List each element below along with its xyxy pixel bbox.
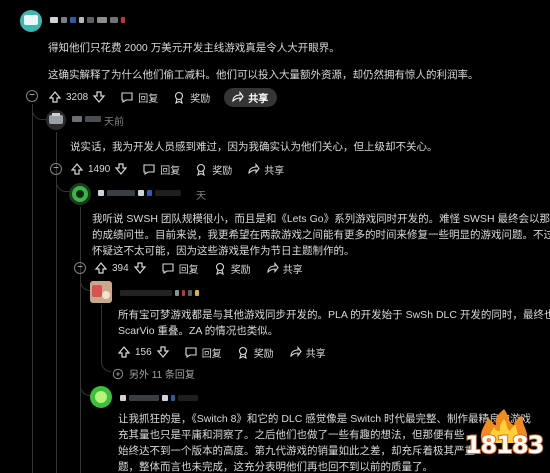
reply-button[interactable]: 回复 xyxy=(184,345,222,360)
share-button[interactable]: 共享 xyxy=(246,162,284,177)
share-icon xyxy=(267,261,279,274)
collapse-thread-button[interactable]: − xyxy=(50,163,62,175)
upvote-icon[interactable] xyxy=(70,162,84,176)
award-label: 奖励 xyxy=(212,165,233,177)
avatar[interactable] xyxy=(69,183,91,205)
comment-text: 所有宝可梦游戏都是与其他游戏同步开发的。PLA 的开发始于 SwSh DLC 开… xyxy=(118,309,550,321)
downvote-icon[interactable] xyxy=(133,261,147,275)
comment-actions: 3208 回复 奖励 共享 xyxy=(48,87,278,107)
reply-label: 回复 xyxy=(201,348,222,360)
comment-text: ScarVio 重叠。ZA 的情况也类似。 xyxy=(118,325,279,337)
more-replies-label: 另外 11 条回复 xyxy=(129,370,195,381)
comment-text: 充其量也只是平庸和洞察了。之后他们也做了一些有趣的想法，但那便有些 xyxy=(118,429,465,441)
avatar[interactable] xyxy=(90,386,112,408)
share-button[interactable]: 共享 xyxy=(288,345,326,360)
share-label: 共享 xyxy=(248,93,269,105)
comment-text: 始终达不到一个版本的高度。第九代游戏的销量如此之差，却充斥着极其严重 xyxy=(118,445,475,457)
award-label: 奖励 xyxy=(190,93,211,105)
award-icon xyxy=(215,262,224,275)
watermark-text: 18183 xyxy=(464,430,546,460)
avatar[interactable] xyxy=(46,110,66,130)
share-icon xyxy=(248,162,260,175)
username[interactable] xyxy=(72,116,101,122)
share-icon xyxy=(290,345,302,358)
comment-text: 怀疑这不太可能，因为这些游戏是作为节日主题制作的。 xyxy=(92,245,355,257)
comment-text: 说实话，我为开发人员感到难过，因为我确实认为他们关心，但上级却不关心。 xyxy=(70,141,438,153)
vote-count: 1490 xyxy=(88,163,111,175)
comment-actions: 1490 回复 奖励 共享 xyxy=(70,160,298,178)
username[interactable] xyxy=(50,17,125,23)
avatar[interactable] xyxy=(90,281,112,303)
vote-count: 156 xyxy=(135,346,152,358)
comment-icon xyxy=(143,164,155,176)
thread-connector xyxy=(101,360,111,372)
reply-button[interactable]: 回复 xyxy=(120,90,158,105)
reply-label: 回复 xyxy=(178,264,199,276)
award-label: 奖励 xyxy=(253,348,274,360)
thread-line[interactable] xyxy=(101,305,102,360)
thread-connector xyxy=(32,104,46,120)
award-icon xyxy=(238,346,247,359)
vote-count: 394 xyxy=(112,262,129,274)
comment-icon xyxy=(185,347,197,359)
timestamp: 天前 xyxy=(104,117,124,128)
award-button[interactable]: 奖励 xyxy=(213,261,251,276)
thread-line[interactable] xyxy=(80,207,81,473)
comment-text: 题，整体而言也未完成，这充分表明他们再也回不到以前的质量了。 xyxy=(118,461,433,473)
reply-button[interactable]: 回复 xyxy=(161,261,199,276)
award-button[interactable]: 奖励 xyxy=(194,162,232,177)
thread-line[interactable] xyxy=(32,104,33,473)
upvote-icon[interactable] xyxy=(48,90,62,104)
watermark-logo: 18183 xyxy=(464,405,546,469)
share-label: 共享 xyxy=(282,264,303,276)
reply-button[interactable]: 回复 xyxy=(142,162,180,177)
comment-icon xyxy=(162,263,174,275)
comment-icon xyxy=(121,92,133,104)
share-button[interactable]: 共享 xyxy=(224,87,278,107)
vote-group: 156 xyxy=(117,345,170,359)
collapse-thread-button[interactable]: − xyxy=(26,90,38,102)
avatar[interactable] xyxy=(20,10,42,32)
collapse-thread-button[interactable]: − xyxy=(74,262,86,274)
award-button[interactable]: 奖励 xyxy=(236,345,274,360)
award-button[interactable]: 奖励 xyxy=(172,90,210,105)
downvote-icon[interactable] xyxy=(92,90,106,104)
more-replies-link[interactable]: 另外 11 条回复 xyxy=(112,366,195,381)
vote-group: 3208 xyxy=(48,90,106,104)
reply-label: 回复 xyxy=(160,165,181,177)
share-label: 共享 xyxy=(305,348,326,360)
downvote-icon[interactable] xyxy=(114,162,128,176)
vote-group: 394 xyxy=(94,261,147,275)
upvote-icon[interactable] xyxy=(94,261,108,275)
award-label: 奖励 xyxy=(230,264,251,276)
share-label: 共享 xyxy=(264,165,285,177)
vote-group: 1490 xyxy=(70,162,128,176)
username[interactable] xyxy=(98,190,181,196)
comment-text: 我听说 SWSH 团队规模很小，而且是和《Lets Go》系列游戏同时开发的。难… xyxy=(92,213,550,225)
downvote-icon[interactable] xyxy=(156,345,170,359)
share-button[interactable]: 共享 xyxy=(265,261,303,276)
award-icon xyxy=(197,163,206,176)
vote-count: 3208 xyxy=(66,91,89,103)
comment-text: 得知他们只花费 2000 万美元开发主线游戏真是令人大开眼界。 xyxy=(48,42,340,54)
plus-circle-icon xyxy=(112,368,124,379)
share-icon xyxy=(232,90,244,103)
thread-connector xyxy=(56,176,70,192)
timestamp: 天 xyxy=(196,191,206,202)
award-icon xyxy=(175,91,184,104)
comment-text: 的成绩问世。目前来说，我更希望在两款游戏之间能有更多的时间来修复一些明显的游戏问… xyxy=(92,229,550,241)
comment-actions: 156 回复 奖励 共享 xyxy=(117,343,340,361)
username[interactable] xyxy=(120,290,199,296)
reply-label: 回复 xyxy=(138,93,159,105)
username[interactable] xyxy=(120,395,198,401)
comment-actions: 394 回复 奖励 共享 xyxy=(94,259,317,277)
upvote-icon[interactable] xyxy=(117,345,131,359)
comment-text: 这确实解释了为什么他们偷工减料。他们可以投入大量额外资源，却仍然拥有惊人的利润率… xyxy=(48,69,479,81)
